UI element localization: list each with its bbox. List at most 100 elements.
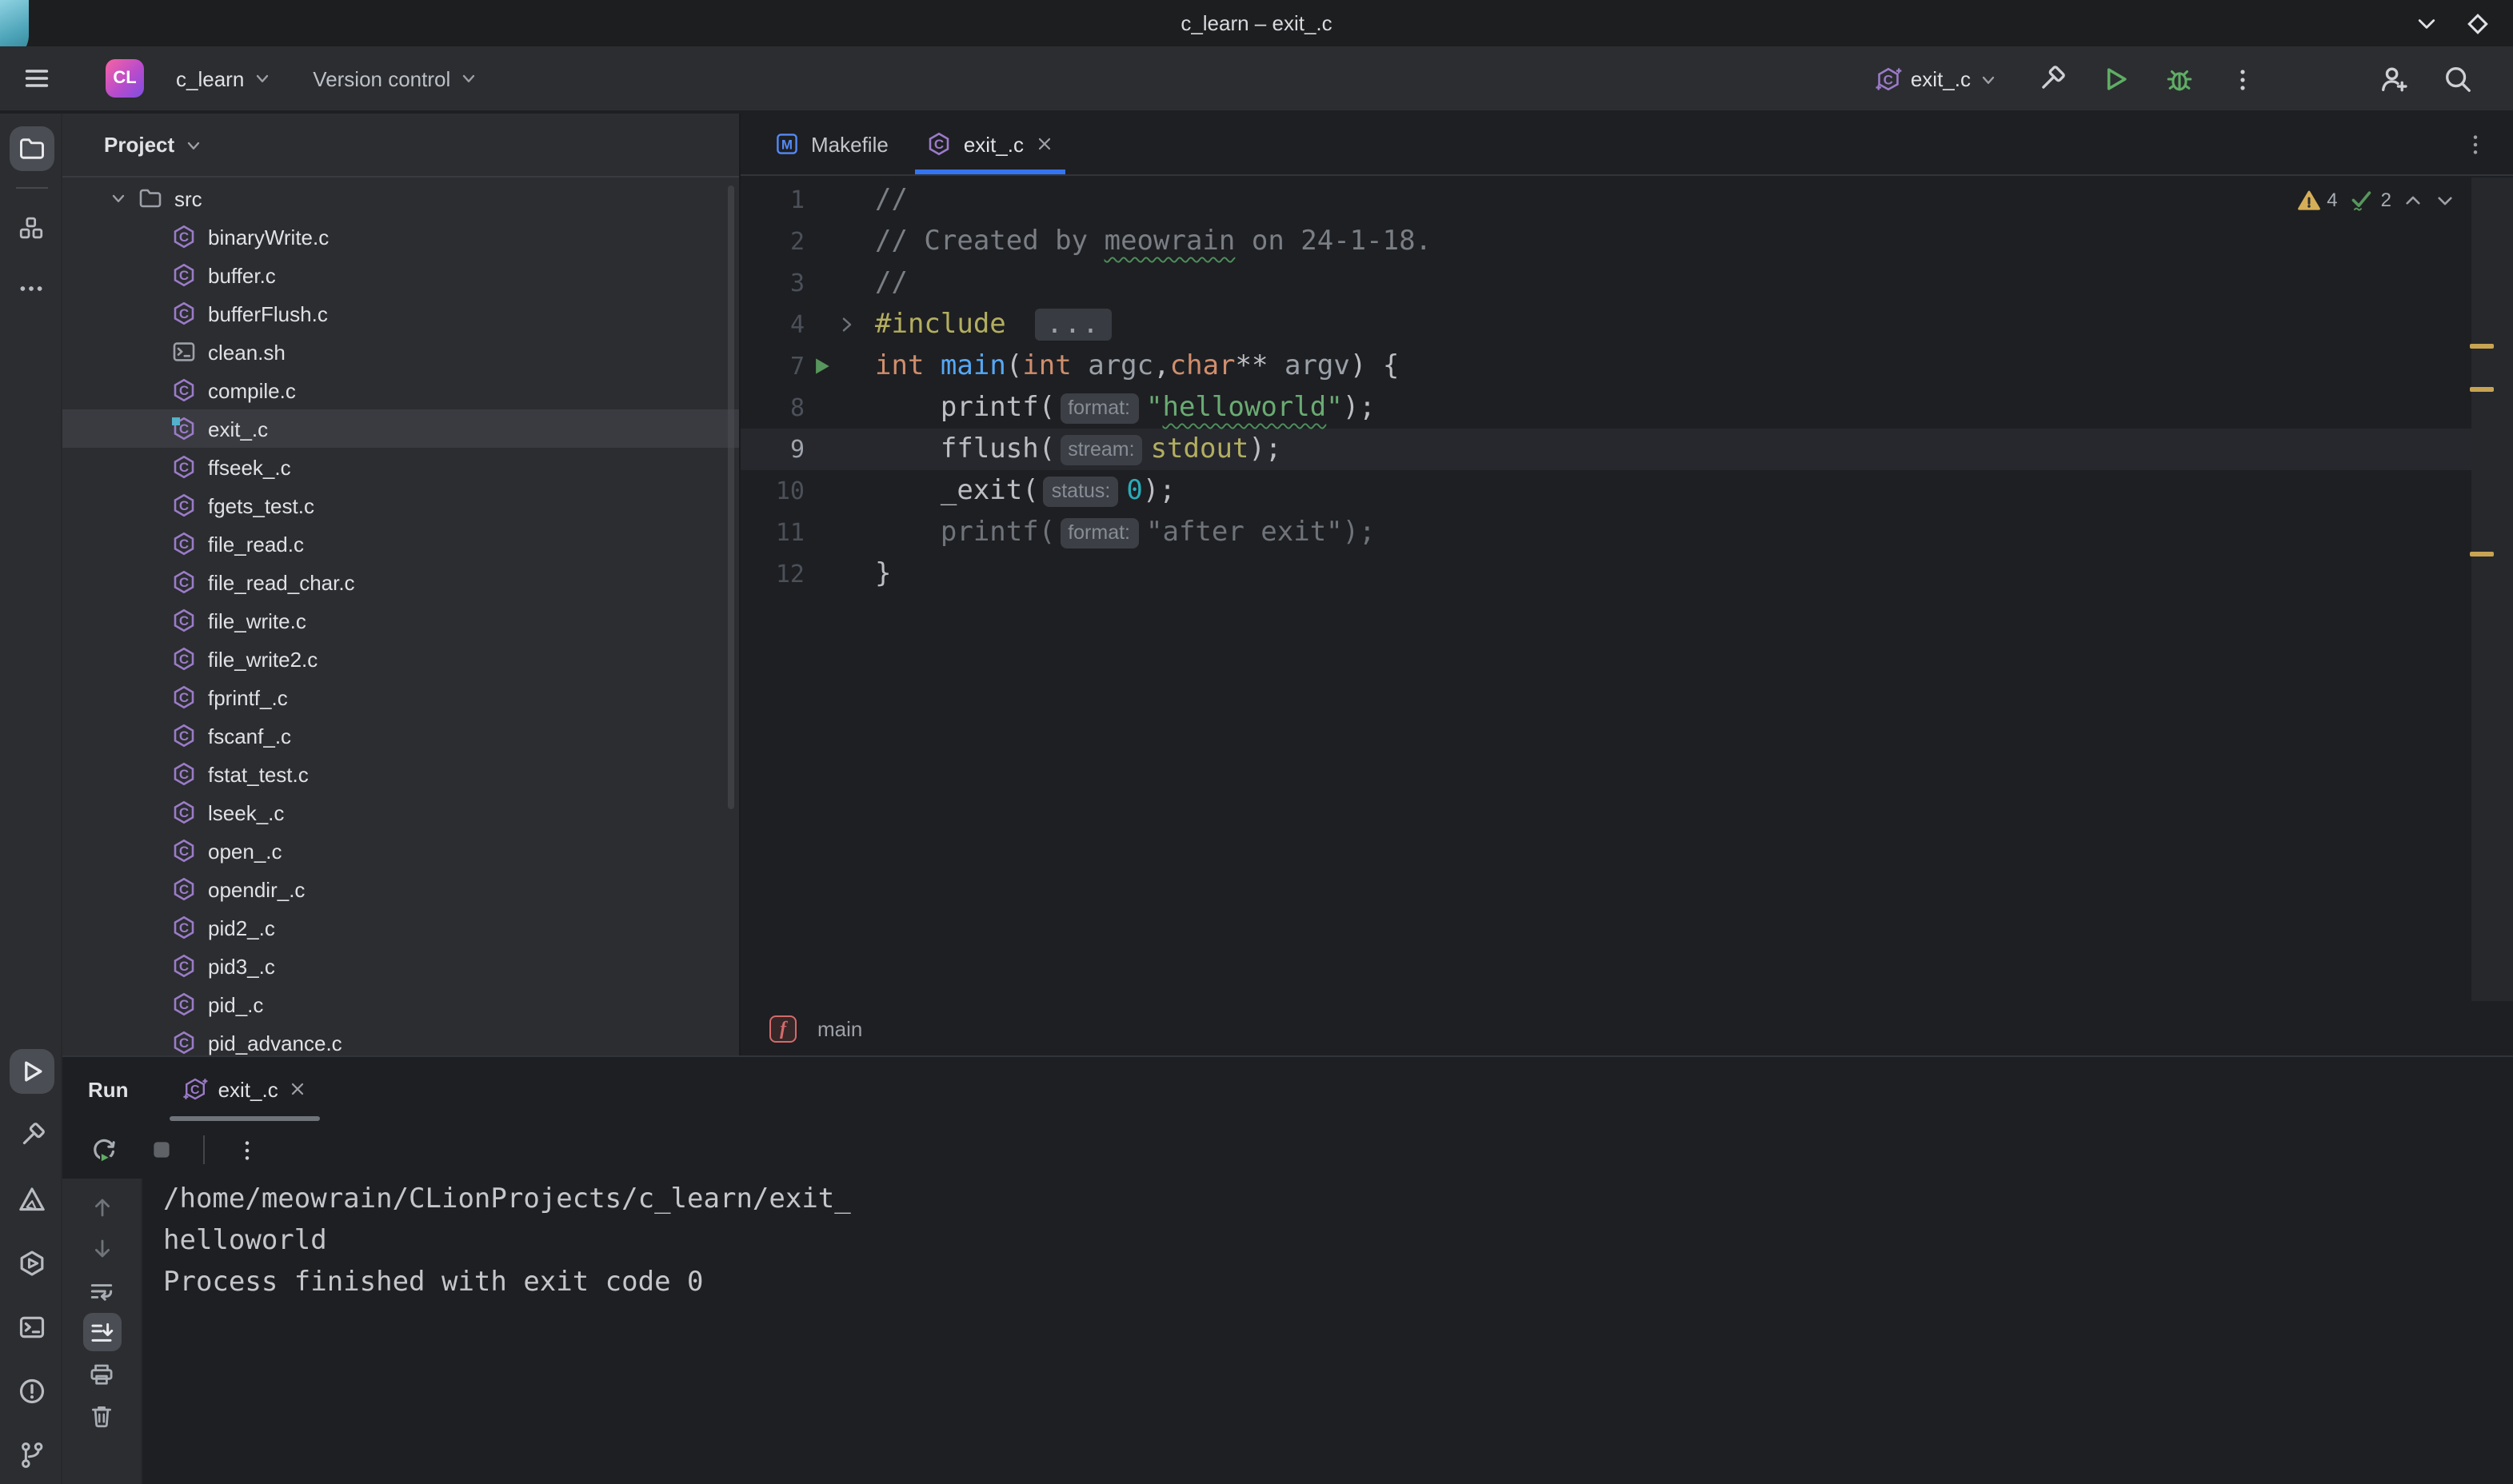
tree-item-opendir_.c[interactable]: C opendir_.c xyxy=(62,870,739,908)
run-icon[interactable] xyxy=(2094,58,2135,100)
code-line-8[interactable]: 8 printf(format:"helloworld"); xyxy=(741,387,2471,429)
tab-options-icon[interactable] xyxy=(2455,125,2494,163)
editor-scrollbar[interactable] xyxy=(2471,178,2513,1001)
folded-code[interactable]: ... xyxy=(1035,309,1111,341)
code-line-4[interactable]: 4 #include ... xyxy=(741,304,2471,345)
maximize-icon[interactable] xyxy=(2465,10,2491,36)
breadcrumb-function[interactable]: main xyxy=(817,1016,862,1040)
warning-stripe-mark[interactable] xyxy=(2470,344,2494,349)
build-icon[interactable] xyxy=(9,1113,54,1158)
vcs-label: Version control xyxy=(313,66,450,90)
close-icon[interactable] xyxy=(1035,134,1054,154)
tree-item-pid_advance.c[interactable]: C pid_advance.c xyxy=(62,1023,739,1055)
project-widget[interactable]: c_learn xyxy=(166,60,281,97)
tree-item-exit_.c[interactable]: C exit_.c xyxy=(62,409,739,448)
run-config-widget[interactable]: C exit_.c xyxy=(1866,61,2008,98)
project-folder-icon[interactable] xyxy=(9,126,54,171)
tree-item-buffer.c[interactable]: C buffer.c xyxy=(62,256,739,294)
code-line-7[interactable]: 7 int main(int argc,char** argv) { xyxy=(741,345,2471,387)
typos-indicator[interactable]: 2 xyxy=(2349,187,2391,213)
warnings-indicator[interactable]: 4 xyxy=(2296,188,2337,212)
tree-item-binaryWrite.c[interactable]: C binaryWrite.c xyxy=(62,217,739,256)
close-icon[interactable] xyxy=(288,1079,307,1099)
chevron-down-icon xyxy=(458,69,477,88)
tree-item-fprintf_.c[interactable]: C fprintf_.c xyxy=(62,678,739,716)
line-number[interactable]: 11 xyxy=(741,518,805,547)
tree-item-lseek_.c[interactable]: C lseek_.c xyxy=(62,793,739,832)
minimize-icon[interactable] xyxy=(2414,10,2439,36)
tree-item-file_read_char.c[interactable]: C file_read_char.c xyxy=(62,563,739,601)
clear-icon[interactable] xyxy=(82,1396,121,1434)
tree-item-fscanf_.c[interactable]: C fscanf_.c xyxy=(62,716,739,755)
warning-stripe-mark[interactable] xyxy=(2470,552,2494,556)
tree-item-fgets_test.c[interactable]: C fgets_test.c xyxy=(62,486,739,525)
tree-item-pid2_.c[interactable]: C pid2_.c xyxy=(62,908,739,947)
line-number[interactable]: 10 xyxy=(741,477,805,505)
line-number[interactable]: 8 xyxy=(741,393,805,422)
arrow-up-icon[interactable] xyxy=(82,1188,121,1227)
scroll-to-end-icon[interactable] xyxy=(82,1313,121,1351)
tab-exit-c[interactable]: C exit_.c xyxy=(908,114,1073,174)
line-number[interactable]: 2 xyxy=(741,227,805,256)
code-line-3[interactable]: 3 // xyxy=(741,262,2471,304)
tree-item-pid_.c[interactable]: C pid_.c xyxy=(62,985,739,1023)
main-menu-icon[interactable] xyxy=(16,58,58,99)
code-line-9[interactable]: 9 fflush(stream:stdout); xyxy=(741,429,2471,470)
project-avatar[interactable]: CL xyxy=(106,59,144,98)
tree-item-ffseek_.c[interactable]: C ffseek_.c xyxy=(62,448,739,486)
tree-item-file_read.c[interactable]: C file_read.c xyxy=(62,525,739,563)
line-number[interactable]: 1 xyxy=(741,186,805,214)
search-icon[interactable] xyxy=(2436,58,2478,100)
tree-item-file_write2.c[interactable]: C file_write2.c xyxy=(62,640,739,678)
tree-item-compile.c[interactable]: C compile.c xyxy=(62,371,739,409)
warning-stripe-mark[interactable] xyxy=(2470,387,2494,392)
print-icon[interactable] xyxy=(82,1354,121,1393)
line-number[interactable]: 7 xyxy=(741,352,805,381)
add-user-icon[interactable] xyxy=(2372,58,2414,100)
terminal-icon[interactable] xyxy=(9,1305,54,1350)
code-editor[interactable]: 4 2 1 // 2 xyxy=(741,178,2513,1001)
tree-item-file_write.c[interactable]: C file_write.c xyxy=(62,601,739,640)
line-number[interactable]: 4 xyxy=(741,310,805,339)
run-more-options-icon[interactable] xyxy=(227,1131,266,1169)
project-panel-header[interactable]: Project xyxy=(62,114,739,178)
tree-item-pid3_.c[interactable]: C pid3_.c xyxy=(62,947,739,985)
code-line-10[interactable]: 10 _exit(status:0); xyxy=(741,470,2471,512)
run-icon[interactable] xyxy=(9,1049,54,1094)
tree-item-bufferFlush.c[interactable]: C bufferFlush.c xyxy=(62,294,739,333)
tree-item-open_.c[interactable]: C open_.c xyxy=(62,832,739,870)
code-line-1[interactable]: 1 // xyxy=(741,179,2471,221)
tree-item-clean.sh[interactable]: clean.sh xyxy=(62,333,739,371)
version-control-icon[interactable] xyxy=(9,1433,54,1478)
tree-item-src[interactable]: src xyxy=(62,179,739,217)
problems-icon[interactable] xyxy=(9,1369,54,1414)
arrow-down-icon[interactable] xyxy=(82,1230,121,1268)
line-number[interactable]: 12 xyxy=(741,560,805,588)
debug-icon[interactable] xyxy=(2158,58,2199,100)
run-tab-exit-c[interactable]: C exit_.c xyxy=(170,1057,320,1121)
stop-icon[interactable] xyxy=(142,1131,181,1169)
tab-makefile[interactable]: M Makefile xyxy=(755,114,908,174)
prev-problem-icon[interactable] xyxy=(2403,189,2423,210)
cmake-icon[interactable] xyxy=(9,1177,54,1222)
console-output[interactable]: /home/meowrain/CLionProjects/c_learn/exi… xyxy=(144,1179,2513,1484)
tree-item-label: open_.c xyxy=(208,839,282,863)
code-line-11[interactable]: 11 printf(format:"after exit"); xyxy=(741,512,2471,553)
build-icon[interactable] xyxy=(2030,58,2072,100)
vcs-widget[interactable]: Version control xyxy=(303,60,487,97)
line-number[interactable]: 9 xyxy=(741,435,805,464)
next-problem-icon[interactable] xyxy=(2435,189,2455,210)
line-number[interactable]: 3 xyxy=(741,269,805,297)
tab-label: exit_.c xyxy=(964,132,1024,156)
more-icon[interactable] xyxy=(9,265,54,310)
tree-item-fstat_test.c[interactable]: C fstat_test.c xyxy=(62,755,739,793)
code-line-12[interactable]: 12 } xyxy=(741,553,2471,595)
services-icon[interactable] xyxy=(9,1241,54,1286)
more-actions-icon[interactable] xyxy=(2222,58,2263,100)
structure-icon[interactable] xyxy=(9,205,54,249)
soft-wrap-icon[interactable] xyxy=(82,1271,121,1310)
code-line-2[interactable]: 2 // Created by meowrain on 24-1-18. xyxy=(741,221,2471,262)
rerun-icon[interactable] xyxy=(85,1131,123,1169)
expand-chevron-icon[interactable] xyxy=(106,186,131,211)
project-scrollbar[interactable] xyxy=(728,186,734,809)
